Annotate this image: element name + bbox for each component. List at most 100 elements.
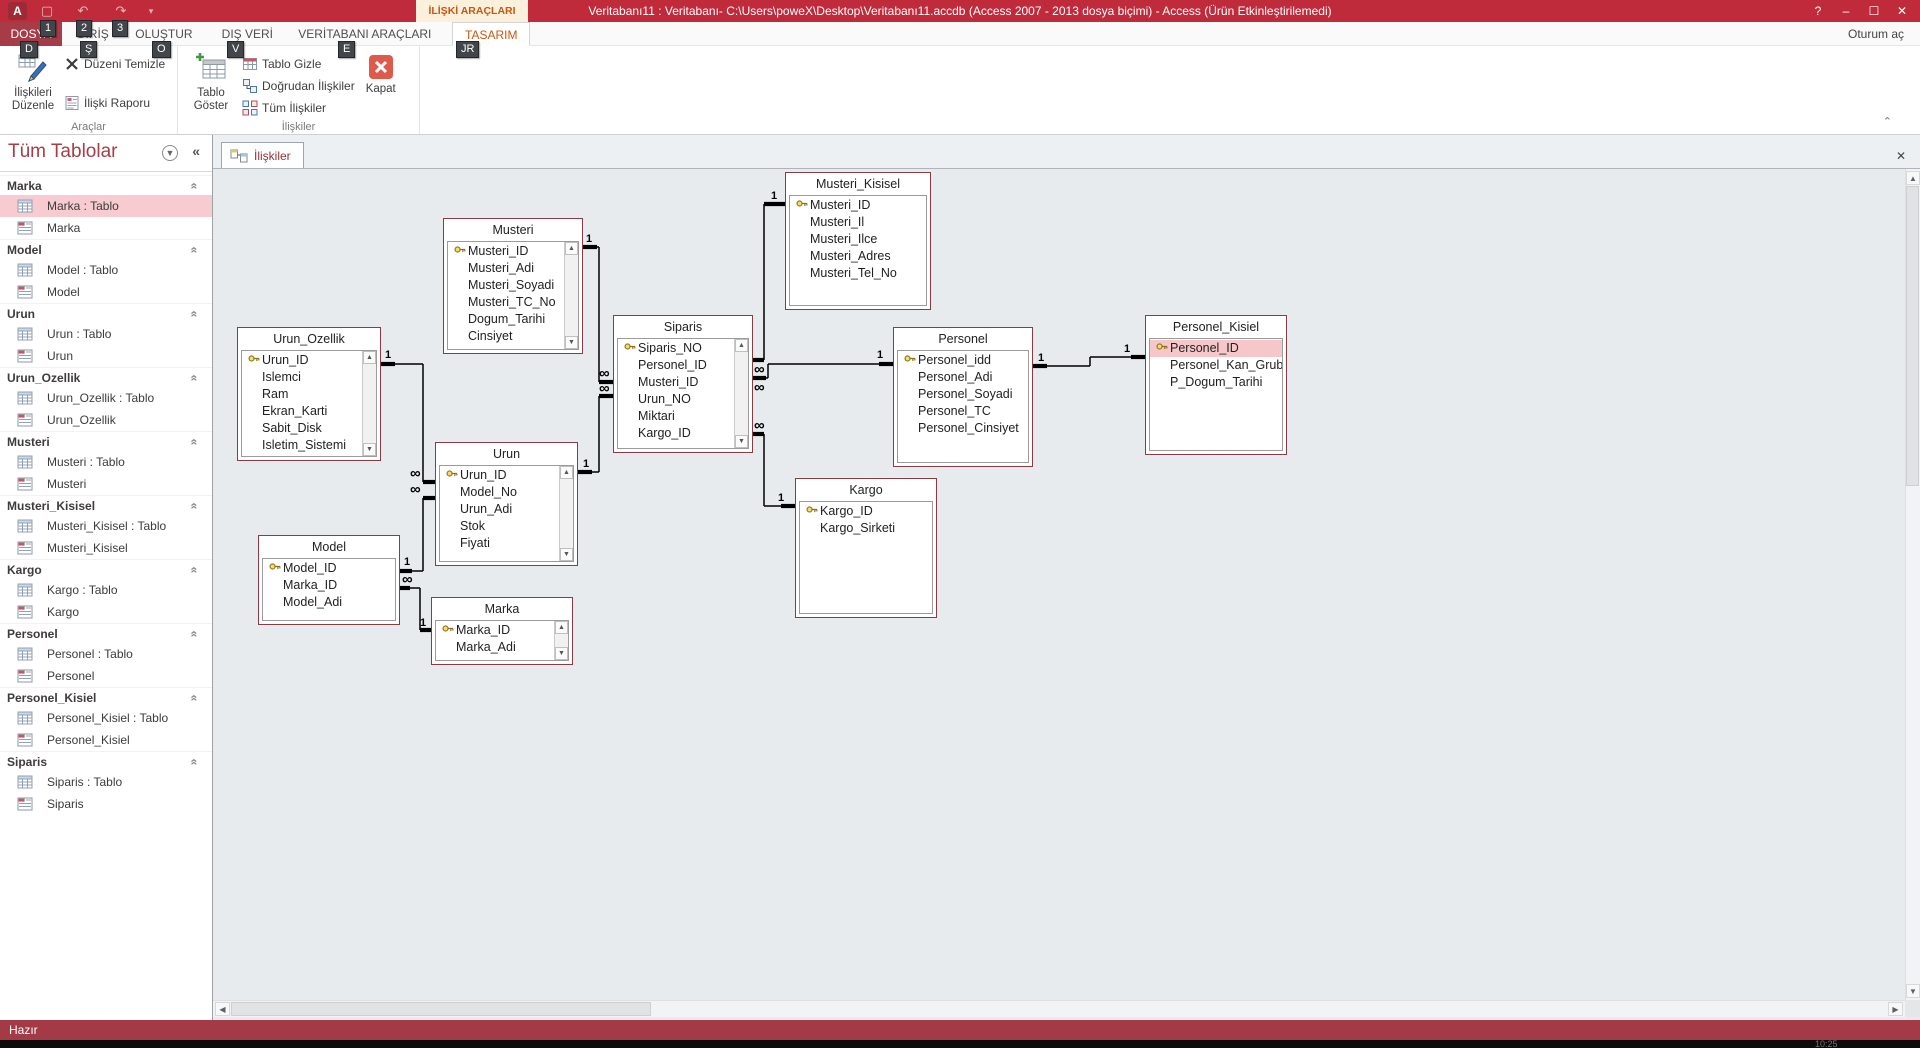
relationship-marka-model[interactable]: ∞1 [400, 571, 431, 630]
redo-icon[interactable]: ↷ [112, 3, 130, 19]
document-tab-iliskiler[interactable]: İlişkiler [221, 142, 304, 168]
collapse-ribbon-icon[interactable]: ⌃ [1883, 115, 1892, 128]
scroll-down-icon[interactable]: ▼ [560, 548, 573, 561]
nav-item-urun-tablo[interactable]: Urun : Tablo [0, 323, 212, 345]
field-musteri_id[interactable]: Musteri_ID [448, 243, 564, 260]
relationship-urun-siparis[interactable]: 1∞ [578, 380, 613, 472]
field-dogum_tarihi[interactable]: Dogum_Tarihi [448, 311, 564, 328]
table-scrollbar[interactable]: ▲▼ [564, 242, 578, 349]
nav-item-model-tablo[interactable]: Model : Tablo [0, 259, 212, 281]
field-fiyati[interactable]: Fiyati [440, 535, 559, 552]
scroll-left-icon[interactable]: ◀ [215, 1002, 230, 1016]
table-musteri[interactable]: MusteriMusteri_IDMusteri_AdiMusteri_Soya… [443, 218, 583, 354]
table-personel[interactable]: PersonelPersonel_iddPersonel_AdiPersonel… [893, 327, 1033, 467]
field-sabit_disk[interactable]: Sabit_Disk [242, 420, 362, 437]
relationship-siparis-kargo[interactable]: ∞1 [753, 417, 795, 506]
tab-veritabani-araclari[interactable]: VERİTABANI ARAÇLARI [290, 22, 440, 46]
field-ekran_karti[interactable]: Ekran_Karti [242, 403, 362, 420]
nav-item-personel[interactable]: Personel [0, 665, 212, 687]
nav-item-urun-ozellik-tablo[interactable]: Urun_Ozellik : Tablo [0, 387, 212, 409]
table-personel_kisiel[interactable]: Personel_KisielPersonel_IDPersonel_Kan_G… [1145, 315, 1287, 455]
qat-save-icon[interactable]: ▢ [38, 3, 56, 19]
collapse-chevron-icon[interactable]: « [185, 759, 205, 766]
field-cinsiyet[interactable]: Cinsiyet [448, 328, 564, 345]
table-title[interactable]: Urun [438, 445, 575, 464]
minimize-button[interactable]: – [1832, 0, 1860, 22]
edit-relationships-button[interactable]: İlişkileri Düzenle [4, 49, 62, 119]
close-relationships-button[interactable]: Kapat [357, 49, 405, 119]
direct-relationships-button[interactable]: Doğrudan İlişkiler [242, 75, 355, 97]
nav-group-header-urun_ozellik[interactable]: Urun_Ozellik« [0, 367, 212, 387]
field-musteri_soyadi[interactable]: Musteri_Soyadi [448, 277, 564, 294]
maximize-button[interactable]: ☐ [1860, 0, 1888, 22]
field-stok[interactable]: Stok [440, 518, 559, 535]
table-urun_ozellik[interactable]: Urun_OzellikUrun_IDIslemciRamEkran_Karti… [237, 327, 381, 461]
scroll-up-icon[interactable]: ▲ [560, 466, 573, 479]
field-isletim_sistemi[interactable]: Isletim_Sistemi [242, 437, 362, 454]
table-urun[interactable]: UrunUrun_IDModel_NoUrun_AdiStokFiyati▲▼ [435, 442, 578, 566]
field-personel_tc[interactable]: Personel_TC [898, 403, 1028, 420]
field-marka_adi[interactable]: Marka_Adi [436, 639, 554, 656]
table-siparis[interactable]: SiparisSiparis_NOPersonel_IDMusteri_IDUr… [613, 315, 753, 453]
field-urun_no[interactable]: Urun_NO [618, 391, 734, 408]
field-personel_id[interactable]: Personel_ID [618, 357, 734, 374]
field-kargo_sirketi[interactable]: Kargo_Sirketi [800, 520, 932, 537]
table-title[interactable]: Siparis [616, 318, 750, 337]
field-musteri_ilce[interactable]: Musteri_Ilce [790, 231, 926, 248]
field-musteri_id[interactable]: Musteri_ID [618, 374, 734, 391]
nav-item-kargo-tablo[interactable]: Kargo : Tablo [0, 579, 212, 601]
field-urun_adi[interactable]: Urun_Adi [440, 501, 559, 518]
field-ram[interactable]: Ram [242, 386, 362, 403]
field-model_adi[interactable]: Model_Adi [263, 594, 395, 611]
field-musteri_il[interactable]: Musteri_Il [790, 214, 926, 231]
table-title[interactable]: Personel [896, 330, 1030, 349]
nav-group-header-kargo[interactable]: Kargo« [0, 559, 212, 579]
relationship-siparis-musteri_kisisel[interactable]: ∞1 [753, 190, 785, 378]
field-personel_adi[interactable]: Personel_Adi [898, 369, 1028, 386]
nav-item-musteri-kisisel-tablo[interactable]: Musteri_Kisisel : Tablo [0, 515, 212, 537]
field-miktari[interactable]: Miktari [618, 408, 734, 425]
all-relationships-button[interactable]: Tüm İlişkiler [242, 97, 355, 119]
relationship-report-button[interactable]: İlişki Raporu [64, 92, 165, 114]
undo-icon[interactable]: ↶ [74, 3, 92, 19]
nav-item-urun[interactable]: Urun [0, 345, 212, 367]
field-model_id[interactable]: Model_ID [263, 560, 395, 577]
field-marka_id[interactable]: Marka_ID [436, 622, 554, 639]
collapse-chevron-icon[interactable]: « [185, 503, 205, 510]
nav-item-marka[interactable]: Marka [0, 217, 212, 239]
scroll-down-icon[interactable]: ▼ [363, 443, 376, 456]
collapse-chevron-icon[interactable]: « [185, 631, 205, 638]
field-model_no[interactable]: Model_No [440, 484, 559, 501]
nav-item-siparis[interactable]: Siparis [0, 793, 212, 815]
table-scrollbar[interactable]: ▲▼ [554, 621, 568, 660]
field-urun_id[interactable]: Urun_ID [242, 352, 362, 369]
table-title[interactable]: Model [261, 538, 397, 557]
table-musteri_kisisel[interactable]: Musteri_KisiselMusteri_IDMusteri_IlMuste… [785, 172, 931, 310]
collapse-chevron-icon[interactable]: « [185, 375, 205, 382]
field-personel_kan_grubu[interactable]: Personel_Kan_Grubu [1150, 357, 1282, 374]
table-scrollbar[interactable]: ▲▼ [362, 351, 376, 456]
nav-item-musteri-tablo[interactable]: Musteri : Tablo [0, 451, 212, 473]
relationships-canvas[interactable]: 1∞1∞∞11∞1∞∞1∞1∞111 Musteri_KisiselMuster… [213, 169, 1920, 1000]
shutter-bar-close-icon[interactable]: « [192, 143, 200, 159]
field-musteri_tel_no[interactable]: Musteri_Tel_No [790, 265, 926, 282]
nav-group-header-personel_kisiel[interactable]: Personel_Kisiel« [0, 687, 212, 707]
relationship-personel-personel_kisiel[interactable]: 11 [1033, 343, 1145, 366]
help-button[interactable]: ? [1804, 0, 1832, 22]
collapse-chevron-icon[interactable]: « [185, 183, 205, 190]
nav-group-header-urun[interactable]: Urun« [0, 303, 212, 323]
relationship-model-urun[interactable]: 1∞ [400, 481, 435, 571]
table-title[interactable]: Musteri_Kisisel [788, 175, 928, 194]
field-personel_soyadi[interactable]: Personel_Soyadi [898, 386, 1028, 403]
horizontal-scroll-thumb[interactable] [231, 1002, 651, 1016]
table-title[interactable]: Urun_Ozellik [240, 330, 378, 349]
field-musteri_tc_no[interactable]: Musteri_TC_No [448, 294, 564, 311]
sign-in-link[interactable]: Oturum aç [1848, 22, 1904, 46]
nav-item-musteri[interactable]: Musteri [0, 473, 212, 495]
table-model[interactable]: Model Model_IDMarka_IDModel_Adi [258, 535, 400, 625]
nav-item-marka-tablo[interactable]: Marka : Tablo [0, 195, 212, 217]
field-marka_id[interactable]: Marka_ID [263, 577, 395, 594]
table-title[interactable]: Personel_Kisiel [1148, 318, 1284, 337]
horizontal-scrollbar[interactable]: ◀ ▶ [213, 1000, 1905, 1017]
table-title[interactable]: Musteri [446, 221, 580, 240]
